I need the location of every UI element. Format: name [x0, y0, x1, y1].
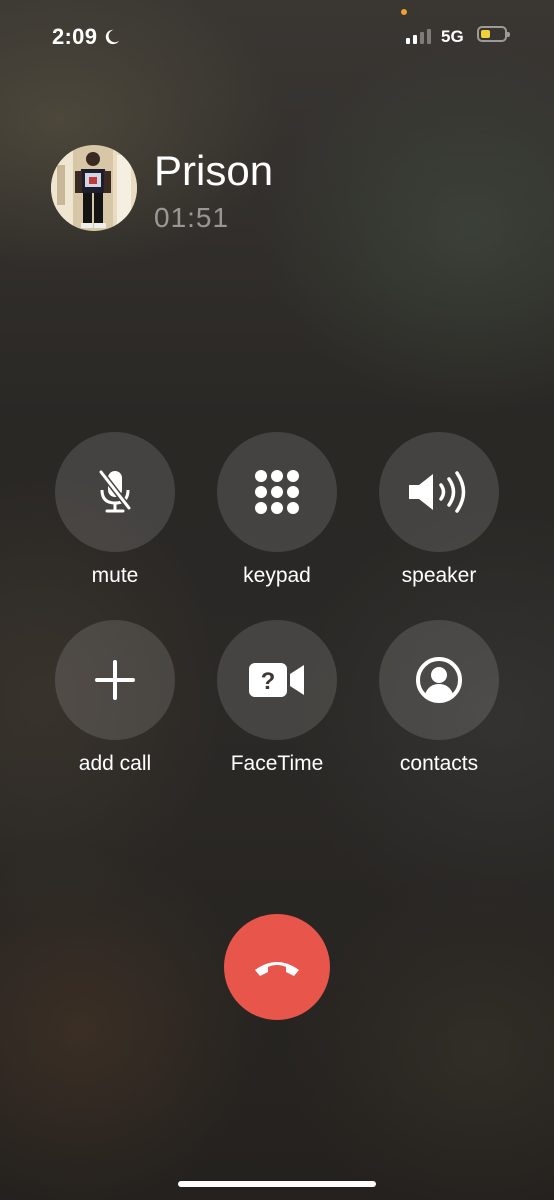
caller-name: Prison: [154, 147, 274, 194]
svg-text:?: ?: [261, 668, 276, 695]
facetime-button[interactable]: ? FaceTime: [217, 620, 337, 776]
privacy-indicator-dot: [401, 9, 407, 15]
keypad-label: keypad: [243, 564, 311, 587]
add-call-label: add call: [78, 752, 152, 775]
status-time: 2:09: [52, 24, 98, 49]
mute-label: mute: [91, 564, 139, 587]
mic-slash-icon: [98, 470, 132, 513]
status-time-group: 2:09: [52, 24, 121, 50]
speaker-icon: [409, 471, 466, 513]
network-type: 5G: [441, 27, 464, 46]
keypad-icon: [255, 470, 299, 514]
speaker-button[interactable]: speaker: [379, 432, 499, 588]
home-indicator[interactable]: [178, 1181, 376, 1187]
keypad-button[interactable]: keypad: [217, 432, 337, 588]
end-call-button[interactable]: [224, 914, 330, 1020]
plus-icon: [95, 660, 135, 700]
status-bar: 2:09 5G: [0, 0, 554, 70]
battery-icon: [477, 26, 510, 42]
add-call-button[interactable]: add call: [55, 620, 175, 776]
mute-button[interactable]: mute: [55, 432, 175, 588]
facetime-label: FaceTime: [230, 752, 324, 775]
person-circle-icon: [416, 657, 462, 703]
contacts-button[interactable]: contacts: [379, 620, 499, 776]
end-call-icon: [255, 962, 299, 976]
moon-icon: [106, 29, 120, 45]
facetime-question-icon: ?: [249, 663, 304, 697]
contacts-label: contacts: [399, 752, 479, 775]
call-duration: 01:51: [154, 202, 230, 233]
caller-avatar: [51, 145, 137, 231]
signal-icon: [406, 28, 431, 44]
speaker-label: speaker: [401, 564, 477, 587]
